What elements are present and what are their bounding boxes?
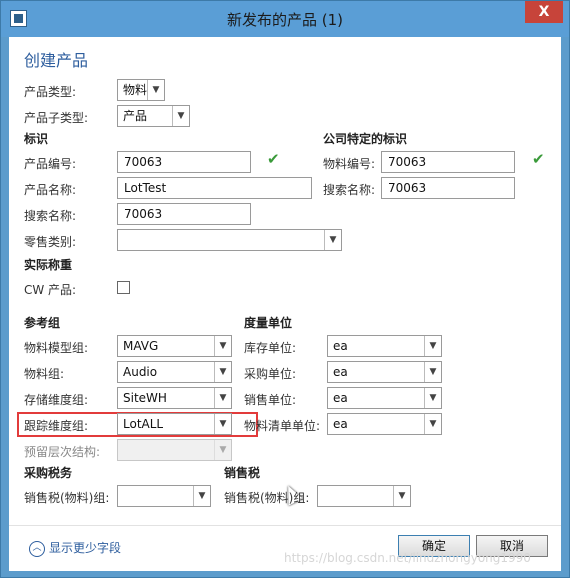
- check-icon: ✔: [267, 150, 280, 168]
- item-model-group-select[interactable]: MAVG ▼: [117, 335, 232, 357]
- product-name-input[interactable]: LotTest: [117, 177, 312, 199]
- item-group-label: 物料组:: [24, 367, 65, 381]
- chevron-down-icon: ▼: [424, 388, 441, 408]
- tracking-dimension-group-select[interactable]: LotALL ▼: [117, 413, 232, 435]
- storage-dimension-group-select[interactable]: SiteWH ▼: [117, 387, 232, 409]
- item-search-name-label: 搜索名称:: [323, 183, 376, 197]
- product-type-value: 物料: [123, 83, 148, 97]
- item-model-group-value: MAVG: [123, 339, 159, 353]
- item-number-input[interactable]: 70063: [381, 151, 515, 173]
- watermark-text: https://blog.csdn.net/lindzhongyong1990: [284, 551, 531, 565]
- item-group-value: Audio: [123, 365, 158, 379]
- retail-category-label: 零售类别:: [24, 235, 77, 249]
- search-name-label: 搜索名称:: [24, 209, 77, 223]
- show-fewer-fields-label: 显示更少字段: [49, 541, 122, 555]
- storage-dimension-group-label: 存储维度组:: [24, 393, 89, 407]
- purchase-tax-group-label: 销售税(物料)组:: [24, 491, 110, 505]
- product-name-label: 产品名称:: [24, 183, 77, 197]
- purchase-tax-group-select[interactable]: ▼: [117, 485, 211, 507]
- reserve-hierarchy-select: ▼: [117, 439, 232, 461]
- product-subtype-select[interactable]: 产品 ▼: [117, 105, 190, 127]
- product-subtype-label: 产品子类型:: [24, 111, 89, 125]
- chevron-up-icon: ︿: [29, 540, 45, 557]
- dialog-content: 创建产品 产品类型: 物料 ▼ 产品子类型: 产品 ▼ 标识 公司特定的标识 产…: [9, 37, 561, 571]
- section-units: 度量单位: [244, 316, 293, 330]
- tracking-dimension-group-value: LotALL: [123, 417, 164, 431]
- chevron-down-icon: ▼: [424, 336, 441, 356]
- dialog-window: 新发布的产品 (1) X 创建产品 产品类型: 物料 ▼ 产品子类型: 产品 ▼…: [0, 0, 570, 578]
- section-actual-weight: 实际称重: [24, 258, 73, 272]
- sales-unit-label: 销售单位:: [244, 393, 297, 407]
- section-company-identification: 公司特定的标识: [323, 132, 408, 146]
- purchase-unit-label: 采购单位:: [244, 367, 297, 381]
- close-button[interactable]: X: [525, 1, 563, 23]
- chevron-down-icon: ▼: [214, 362, 231, 382]
- sales-tax-group-label: 销售税(物料)组:: [224, 491, 310, 505]
- cw-product-label: CW 产品:: [24, 283, 77, 297]
- product-type-label: 产品类型:: [24, 85, 77, 99]
- product-type-select[interactable]: 物料 ▼: [117, 79, 165, 101]
- purchase-unit-value: ea: [333, 365, 348, 379]
- bom-unit-label: 物料清单单位:: [244, 419, 321, 433]
- section-purchase-tax: 采购税务: [24, 466, 73, 480]
- reserve-hierarchy-label: 预留层次结构:: [24, 445, 101, 459]
- item-model-group-label: 物料模型组:: [24, 341, 89, 355]
- product-number-label: 产品编号:: [24, 157, 77, 171]
- section-identification: 标识: [24, 132, 49, 146]
- sales-tax-group-select[interactable]: ▼: [317, 485, 411, 507]
- chevron-down-icon: ▼: [424, 414, 441, 434]
- item-number-label: 物料编号:: [323, 157, 376, 171]
- check-icon: ✔: [532, 150, 545, 168]
- chevron-down-icon: ▼: [214, 388, 231, 408]
- storage-dimension-group-value: SiteWH: [123, 391, 167, 405]
- sales-unit-select[interactable]: ea ▼: [327, 387, 442, 409]
- chevron-down-icon: ▼: [147, 80, 164, 100]
- item-search-name-input[interactable]: 70063: [381, 177, 515, 199]
- chevron-down-icon: ▼: [214, 336, 231, 356]
- inventory-unit-select[interactable]: ea ▼: [327, 335, 442, 357]
- show-fewer-fields-link[interactable]: ︿ 显示更少字段: [29, 539, 121, 557]
- tracking-dimension-group-label: 跟踪维度组:: [24, 419, 89, 433]
- window-title: 新发布的产品 (1): [226, 11, 344, 29]
- bom-unit-value: ea: [333, 417, 348, 431]
- inventory-unit-value: ea: [333, 339, 348, 353]
- chevron-down-icon: ▼: [324, 230, 341, 250]
- chevron-down-icon: ▼: [172, 106, 189, 126]
- chevron-down-icon: ▼: [214, 414, 231, 434]
- chevron-down-icon: ▼: [214, 440, 231, 460]
- purchase-unit-select[interactable]: ea ▼: [327, 361, 442, 383]
- page-title: 创建产品: [24, 51, 89, 70]
- footer-divider: [9, 525, 561, 526]
- sales-unit-value: ea: [333, 391, 348, 405]
- product-subtype-value: 产品: [123, 109, 148, 123]
- product-number-input[interactable]: 70063: [117, 151, 251, 173]
- retail-category-select[interactable]: ▼: [117, 229, 342, 251]
- section-reference-group: 参考组: [24, 316, 61, 330]
- bom-unit-select[interactable]: ea ▼: [327, 413, 442, 435]
- chevron-down-icon: ▼: [424, 362, 441, 382]
- title-bar[interactable]: 新发布的产品 (1) X: [1, 1, 569, 37]
- inventory-unit-label: 库存单位:: [244, 341, 297, 355]
- item-group-select[interactable]: Audio ▼: [117, 361, 232, 383]
- chevron-down-icon: ▼: [193, 486, 210, 506]
- chevron-down-icon: ▼: [393, 486, 410, 506]
- cw-product-checkbox[interactable]: [117, 281, 130, 294]
- search-name-input[interactable]: 70063: [117, 203, 251, 225]
- section-sales-tax: 销售税: [224, 466, 261, 480]
